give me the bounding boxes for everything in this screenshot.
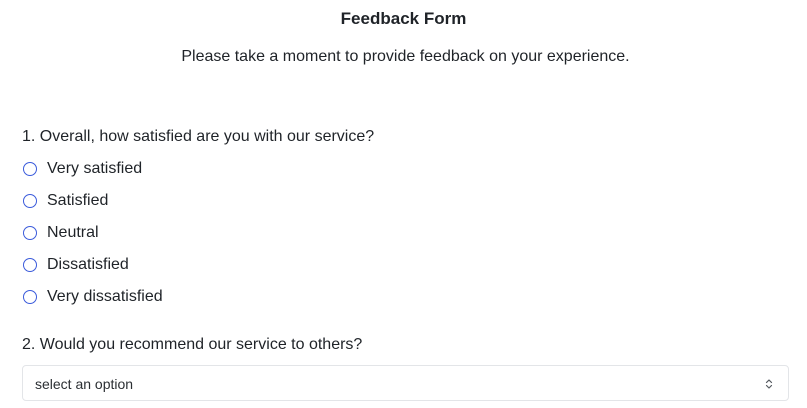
option-label: Dissatisfied xyxy=(47,256,129,273)
form-title: Feedback Form xyxy=(340,9,467,28)
radio-unselected-icon[interactable] xyxy=(23,194,37,208)
option-label: Neutral xyxy=(47,224,99,241)
option-label: Satisfied xyxy=(47,192,109,209)
form-subtitle: Please take a moment to provide feedback… xyxy=(181,48,630,65)
option-very-satisfied[interactable]: Very satisfied xyxy=(22,158,163,180)
option-satisfied[interactable]: Satisfied xyxy=(22,190,163,212)
radio-unselected-icon[interactable] xyxy=(23,290,37,304)
question-2-label: 2. Would you recommend our service to ot… xyxy=(22,336,363,353)
radio-unselected-icon[interactable] xyxy=(23,258,37,272)
recommend-select[interactable]: select an option xyxy=(22,365,789,401)
radio-unselected-icon[interactable] xyxy=(23,162,37,176)
radio-unselected-icon[interactable] xyxy=(23,226,37,240)
option-label: Very satisfied xyxy=(47,160,143,177)
option-dissatisfied[interactable]: Dissatisfied xyxy=(22,254,163,276)
option-very-dissatisfied[interactable]: Very dissatisfied xyxy=(22,286,163,308)
option-neutral[interactable]: Neutral xyxy=(22,222,163,244)
question-1-label: 1. Overall, how satisfied are you with o… xyxy=(22,128,375,145)
select-value: select an option xyxy=(35,376,134,392)
chevron-up-down-icon xyxy=(765,379,773,389)
option-label: Very dissatisfied xyxy=(47,288,163,305)
satisfaction-options: Very satisfied Satisfied Neutral Dissati… xyxy=(22,158,163,318)
